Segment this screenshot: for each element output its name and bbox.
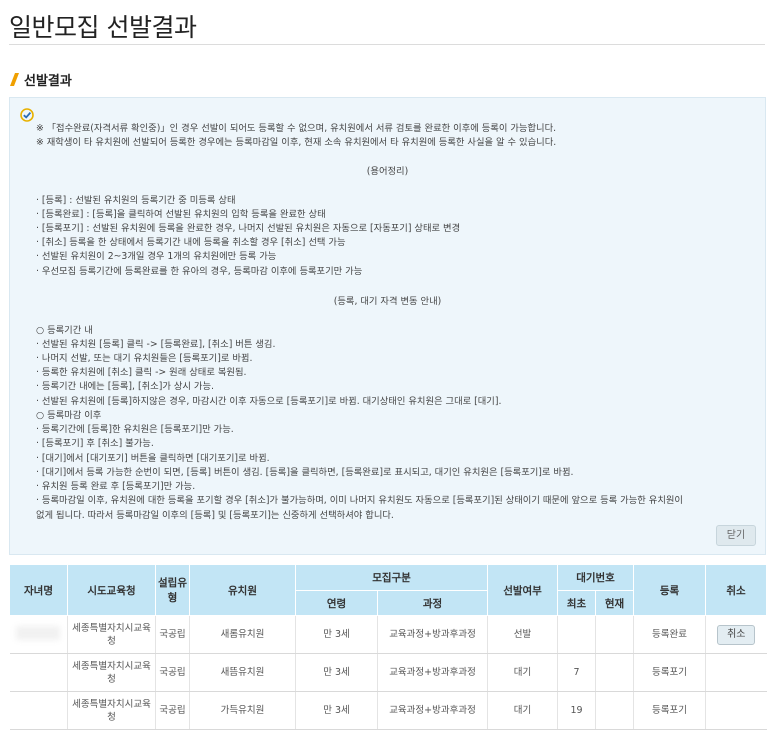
selected-cell: 대기 [487, 691, 558, 730]
kindergarten-cell: 새뜸유치원 [189, 653, 296, 692]
selected-cell: 대기 [487, 653, 558, 692]
notice-line: ※ 「접수완료(자격서류 확인중)」인 경우 선발이 되어도 등록할 수 없으며… [36, 123, 557, 134]
type-cell: 국공립 [155, 691, 190, 730]
notice-line: · 선발된 유치원이 2~3개일 경우 1개의 유치원에만 등록 가능 [36, 251, 277, 262]
wait-current-cell [595, 653, 634, 692]
type-cell: 국공립 [155, 653, 190, 692]
notice-box: ※ 「접수완료(자격서류 확인중)」인 경우 선발이 되어도 등록할 수 없으며… [9, 97, 766, 555]
result-table: 자녀명 시도교육청 설립유형 유치원 모집구분 선발여부 대기번호 등록 취소 … [9, 564, 768, 730]
header-wait-no: 대기번호 [557, 564, 635, 591]
cancel-button[interactable]: 취소 [717, 624, 756, 645]
register-status: 등록완료 [633, 615, 706, 654]
selected-cell: 선발 [487, 615, 558, 654]
notice-line: · 선발된 유치원에 [등록]하지않은 경우, 마감시간 이후 자동으로 [등록… [36, 396, 502, 407]
notice-line: · 등록기간 내에는 [등록], [취소]가 상시 가능. [36, 381, 214, 392]
notice-line: · [대기]에서 등록 가능한 순번이 되면, [등록] 버튼이 생김. [등록… [36, 467, 574, 478]
header-first: 최초 [557, 590, 597, 616]
notice-line: · 나머지 선발, 또는 대기 유치원들은 [등록포기]로 바뀜. [36, 353, 253, 364]
cancel-cell [705, 691, 767, 730]
table-row: 세종특별자치시교육청 국공립 가득유치원 만 3세 교육과정+방과후과정 대기 … [9, 691, 767, 730]
notice-heading: (등록, 대기 자격 변동 안내) [333, 296, 442, 307]
notice-line: ○ 등록마감 이후 [36, 410, 102, 421]
notice-line: · [등록포기] 후 [취소] 불가능. [36, 438, 154, 449]
course-cell: 교육과정+방과후과정 [376, 691, 488, 730]
wait-current-cell [595, 615, 634, 654]
register-status[interactable]: 등록포기 [633, 691, 706, 730]
course-cell: 교육과정+방과후과정 [376, 653, 488, 692]
wait-first-cell [557, 615, 596, 654]
office-cell: 세종특별자치시교육청 [67, 653, 156, 692]
notice-line: ○ 등록기간 내 [36, 325, 93, 336]
section-title: 선발결과 [24, 74, 72, 89]
cancel-cell [705, 653, 767, 692]
notice-line: · [등록] : 선발된 유치원의 등록기간 중 미등록 상태 [36, 195, 236, 206]
notice-line: · 유치원 등록 완료 후 [등록포기]만 가능. [36, 481, 196, 492]
close-button[interactable]: 닫기 [716, 525, 756, 546]
header-office: 시도교육청 [67, 564, 156, 616]
type-cell: 국공립 [155, 615, 190, 654]
child-name-cell [9, 691, 68, 730]
notice-line: · [취소] 등록을 한 상태에서 등록기간 내에 등록을 취소할 경우 [취소… [36, 237, 346, 248]
notice-line: ※ 재학생이 타 유치원에 선발되어 등록한 경우에는 등록마감일 이후, 현재… [36, 137, 557, 148]
wait-current-cell [595, 691, 634, 730]
wait-first-cell: 7 [557, 653, 596, 692]
course-cell: 교육과정+방과후과정 [376, 615, 488, 654]
title-divider [9, 44, 765, 45]
section-header: 선발결과 [10, 70, 72, 89]
notice-line: · 등록한 유치원에 [취소] 클릭 -> 원래 상태로 복원됨. [36, 367, 247, 378]
office-cell: 세종특별자치시교육청 [67, 615, 156, 654]
header-type: 설립유형 [155, 564, 190, 616]
wait-first-cell: 19 [557, 691, 596, 730]
pencil-icon [10, 73, 19, 86]
notice-line: · 등록마감일 이후, 유치원에 대한 등록을 포기할 경우 [취소]가 불가능… [36, 495, 683, 506]
header-kindergarten: 유치원 [189, 564, 296, 616]
cancel-cell: 취소 [705, 615, 767, 654]
header-current: 현재 [595, 590, 635, 616]
redacted-name [16, 625, 61, 640]
header-selected: 선발여부 [487, 564, 559, 616]
kindergarten-cell: 가득유치원 [189, 691, 296, 730]
header-course: 과정 [376, 590, 489, 616]
notice-line: · [등록완료] : [등록]을 클릭하여 선발된 유치원의 입학 등록을 완료… [36, 209, 326, 220]
page-title: 일반모집 선발결과 [9, 13, 197, 42]
age-cell: 만 3세 [295, 615, 378, 654]
header-child-name: 자녀명 [9, 564, 68, 616]
check-circle-icon [20, 108, 34, 122]
notice-line: · 선발된 유치원 [등록] 클릭 -> [등록완료], [취소] 버튼 생김. [36, 339, 276, 350]
header-register: 등록 [633, 564, 707, 616]
child-name-cell [9, 653, 68, 692]
age-cell: 만 3세 [295, 653, 378, 692]
notice-line: · 등록기간에 [등록]한 유치원은 [등록포기]만 가능. [36, 424, 234, 435]
table-row: 세종특별자치시교육청 국공립 새롬유치원 만 3세 교육과정+방과후과정 선발 … [9, 615, 767, 654]
table-row: 세종특별자치시교육청 국공립 새뜸유치원 만 3세 교육과정+방과후과정 대기 … [9, 653, 767, 692]
office-cell: 세종특별자치시교육청 [67, 691, 156, 730]
kindergarten-cell: 새롬유치원 [189, 615, 296, 654]
header-age: 연령 [295, 590, 378, 616]
notice-line: · [등록포기] : 선발된 유치원에 등록을 완료한 경우, 나머지 선발된 … [36, 223, 461, 234]
header-recruit-group: 모집구분 [294, 564, 489, 591]
notice-line: · [대기]에서 [대기포기] 버튼을 클릭하면 [대기포기]로 바뀜. [36, 453, 270, 464]
header-cancel: 취소 [705, 564, 768, 616]
notice-line: 없게 됩니다. 따라서 등록마감일 이후의 [등록] 및 [등록포기]는 신중하… [36, 510, 394, 521]
table-header-row: 자녀명 시도교육청 설립유형 유치원 모집구분 선발여부 대기번호 등록 취소 [9, 564, 768, 616]
age-cell: 만 3세 [295, 691, 378, 730]
child-name-cell [9, 615, 68, 654]
notice-heading: (용어정리) [366, 166, 409, 177]
notice-line: · 우선모집 등록기간에 등록완료를 한 유아의 경우, 등록마감 이후에 등록… [36, 266, 363, 277]
register-status[interactable]: 등록포기 [633, 653, 706, 692]
